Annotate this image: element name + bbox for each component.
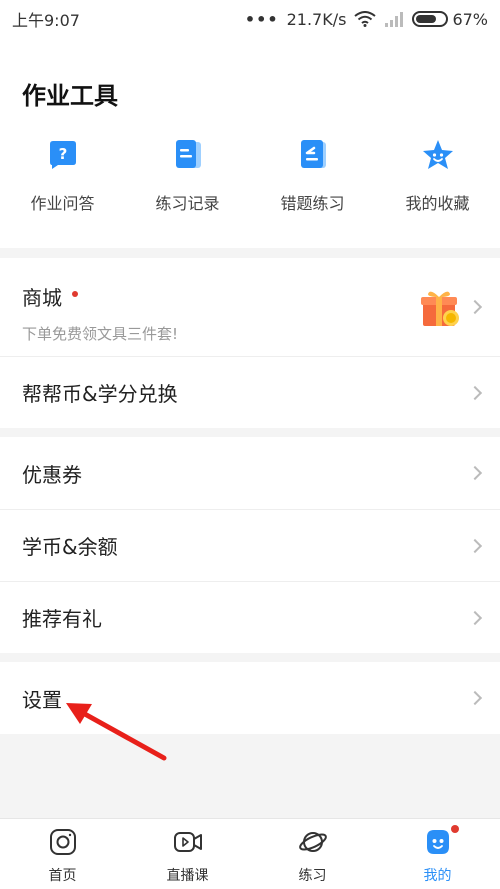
chevron-right-icon (467, 538, 483, 553)
menu-label: 设置 (22, 687, 62, 712)
profile-mascot-icon (426, 830, 449, 854)
favorite-star-icon (422, 140, 453, 169)
menu-item-coupon[interactable]: 优惠券 (0, 437, 500, 509)
planet-icon (298, 832, 327, 852)
bottom-tab-bar: 首页 直播课 练习 我的 (0, 818, 500, 889)
status-bar: 上午9:07 ••• 21.7K/s 67% (0, 0, 500, 38)
chevron-right-icon (467, 690, 483, 706)
wrong-question-icon (300, 140, 326, 168)
battery-icon (412, 11, 449, 27)
tool-practice-record[interactable]: 练习记录 (125, 138, 250, 214)
shop-title: 商城 (22, 286, 62, 310)
record-list-icon (175, 140, 201, 168)
battery-indicator: 67% (412, 10, 488, 29)
menu-item-settings[interactable]: 设置 (0, 662, 500, 734)
tab-label: 练习 (298, 868, 327, 884)
menu-item-balance[interactable]: 学币&余额 (0, 509, 500, 581)
menu-label: 帮帮币&学分兑换 (22, 382, 178, 406)
tool-label: 我的收藏 (405, 194, 470, 213)
tab-label: 首页 (48, 868, 77, 884)
chevron-right-icon (467, 465, 483, 481)
menu-item-bangbi-exchange[interactable]: 帮帮币&学分兑换 (0, 356, 500, 428)
signal-icon (385, 12, 404, 27)
notification-dot (72, 290, 78, 297)
shop-card: 商城 下单免费领文具三件套! 帮帮币&学分兑换 (0, 258, 500, 428)
tab-live-class[interactable]: 直播课 (125, 819, 250, 889)
tool-label: 作业问答 (30, 194, 95, 213)
menu-label: 优惠券 (22, 462, 82, 487)
tab-label: 我的 (423, 868, 452, 884)
menu-label: 推荐有礼 (22, 607, 102, 631)
wallet-card: 优惠券 学币&余额 推荐有礼 (0, 437, 500, 653)
status-time: 上午9:07 (12, 11, 80, 30)
menu-label: 学币&余额 (22, 535, 118, 559)
live-video-icon (173, 832, 202, 852)
settings-card: 设置 (0, 662, 500, 734)
gift-box-icon (421, 291, 459, 326)
chevron-right-icon (467, 299, 483, 315)
tab-practice[interactable]: 练习 (250, 819, 375, 889)
network-speed: 21.7K/s (286, 9, 347, 29)
more-dots-icon: ••• (244, 9, 279, 29)
menu-item-referral[interactable]: 推荐有礼 (0, 581, 500, 653)
svg-text:?: ? (58, 145, 67, 163)
wifi-icon (354, 11, 377, 27)
tab-mine[interactable]: 我的 (375, 819, 500, 889)
menu-item-shop[interactable]: 商城 下单免费领文具三件套! (0, 258, 500, 356)
tool-label: 练习记录 (155, 194, 220, 213)
question-icon: ? (49, 141, 76, 169)
tool-my-favorites[interactable]: 我的收藏 (375, 138, 500, 214)
tab-label: 直播课 (166, 868, 209, 884)
chevron-right-icon (467, 385, 483, 400)
notification-dot (451, 825, 459, 833)
tab-home[interactable]: 首页 (0, 819, 125, 889)
tool-label: 错题练习 (280, 194, 345, 213)
chevron-right-icon (467, 610, 483, 625)
homework-tools-section: 作业工具 ? 作业问答 练习记录 错题练习 我的收藏 (0, 38, 500, 248)
tool-wrong-practice[interactable]: 错题练习 (250, 138, 375, 214)
battery-percent: 67% (452, 9, 488, 29)
tool-homework-qa[interactable]: ? 作业问答 (0, 138, 125, 214)
section-title: 作业工具 (22, 82, 118, 110)
home-camera-icon (49, 829, 76, 855)
